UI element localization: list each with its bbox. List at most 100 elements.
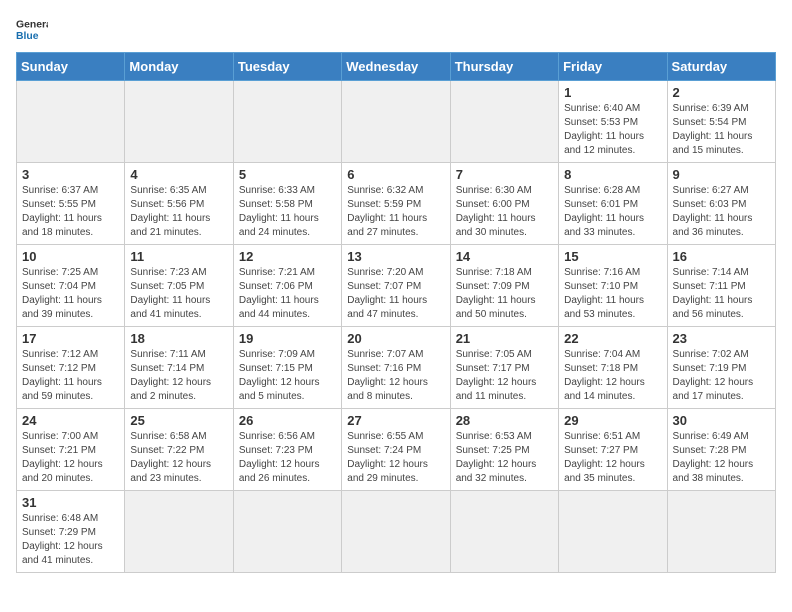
day-info: Sunrise: 6:48 AM Sunset: 7:29 PM Dayligh…: [22, 512, 119, 568]
day-info: Sunrise: 6:55 AM Sunset: 7:24 PM Dayligh…: [347, 430, 444, 486]
day-info: Sunrise: 7:02 AM Sunset: 7:19 PM Dayligh…: [673, 348, 770, 404]
day-number: 7: [456, 167, 553, 182]
calendar-cell: 13 Sunrise: 7:20 AM Sunset: 7:07 PM Dayli…: [342, 245, 450, 327]
calendar-cell: 25 Sunrise: 6:58 AM Sunset: 7:22 PM Dayli…: [125, 409, 233, 491]
day-number: 30: [673, 413, 770, 428]
calendar-cell: 16 Sunrise: 7:14 AM Sunset: 7:11 PM Dayli…: [667, 245, 775, 327]
day-number: 3: [22, 167, 119, 182]
svg-text:General: General: [16, 20, 48, 31]
day-info: Sunrise: 7:23 AM Sunset: 7:05 PM Dayligh…: [130, 266, 227, 322]
day-info: Sunrise: 6:27 AM Sunset: 6:03 PM Dayligh…: [673, 184, 770, 240]
calendar-cell: 15 Sunrise: 7:16 AM Sunset: 7:10 PM Dayli…: [559, 245, 667, 327]
day-number: 20: [347, 331, 444, 346]
day-number: 10: [22, 249, 119, 264]
day-info: Sunrise: 6:51 AM Sunset: 7:27 PM Dayligh…: [564, 430, 661, 486]
day-number: 25: [130, 413, 227, 428]
calendar-cell: 5 Sunrise: 6:33 AM Sunset: 5:58 PM Daylig…: [233, 163, 341, 245]
calendar-cell: 7 Sunrise: 6:30 AM Sunset: 6:00 PM Daylig…: [450, 163, 558, 245]
calendar-cell: 1Sunrise: 6:40 AM Sunset: 5:53 PM Daylig…: [559, 81, 667, 163]
day-number: 18: [130, 331, 227, 346]
day-info: Sunrise: 6:58 AM Sunset: 7:22 PM Dayligh…: [130, 430, 227, 486]
calendar-cell: [450, 491, 558, 573]
week-row-0: 1Sunrise: 6:40 AM Sunset: 5:53 PM Daylig…: [17, 81, 776, 163]
day-info: Sunrise: 7:20 AM Sunset: 7:07 PM Dayligh…: [347, 266, 444, 322]
calendar-cell: [125, 81, 233, 163]
calendar-cell: [125, 491, 233, 573]
page-header: General Blue: [16, 16, 776, 44]
calendar-cell: 8Sunrise: 6:28 AM Sunset: 6:01 PM Daylig…: [559, 163, 667, 245]
day-number: 13: [347, 249, 444, 264]
day-info: Sunrise: 6:39 AM Sunset: 5:54 PM Dayligh…: [673, 102, 770, 158]
day-number: 26: [239, 413, 336, 428]
day-number: 6: [347, 167, 444, 182]
day-info: Sunrise: 7:16 AM Sunset: 7:10 PM Dayligh…: [564, 266, 661, 322]
calendar-cell: 14Sunrise: 7:18 AM Sunset: 7:09 PM Dayli…: [450, 245, 558, 327]
day-info: Sunrise: 7:14 AM Sunset: 7:11 PM Dayligh…: [673, 266, 770, 322]
day-number: 24: [22, 413, 119, 428]
calendar-cell: 27 Sunrise: 6:55 AM Sunset: 7:24 PM Dayli…: [342, 409, 450, 491]
day-info: Sunrise: 6:32 AM Sunset: 5:59 PM Dayligh…: [347, 184, 444, 240]
day-number: 29: [564, 413, 661, 428]
calendar-header-row: SundayMondayTuesdayWednesdayThursdayFrid…: [17, 53, 776, 81]
day-number: 1: [564, 85, 661, 100]
day-info: Sunrise: 7:12 AM Sunset: 7:12 PM Dayligh…: [22, 348, 119, 404]
day-info: Sunrise: 7:18 AM Sunset: 7:09 PM Dayligh…: [456, 266, 553, 322]
calendar-cell: 28Sunrise: 6:53 AM Sunset: 7:25 PM Dayli…: [450, 409, 558, 491]
calendar-cell: 12 Sunrise: 7:21 AM Sunset: 7:06 PM Dayli…: [233, 245, 341, 327]
calendar-cell: [233, 81, 341, 163]
calendar-cell: 17Sunrise: 7:12 AM Sunset: 7:12 PM Dayli…: [17, 327, 125, 409]
logo-icon: General Blue: [16, 16, 48, 44]
day-info: Sunrise: 6:56 AM Sunset: 7:23 PM Dayligh…: [239, 430, 336, 486]
day-number: 16: [673, 249, 770, 264]
calendar-cell: 11Sunrise: 7:23 AM Sunset: 7:05 PM Dayli…: [125, 245, 233, 327]
calendar-cell: 10Sunrise: 7:25 AM Sunset: 7:04 PM Dayli…: [17, 245, 125, 327]
day-number: 28: [456, 413, 553, 428]
calendar-cell: 9Sunrise: 6:27 AM Sunset: 6:03 PM Daylig…: [667, 163, 775, 245]
day-info: Sunrise: 7:09 AM Sunset: 7:15 PM Dayligh…: [239, 348, 336, 404]
day-info: Sunrise: 6:33 AM Sunset: 5:58 PM Dayligh…: [239, 184, 336, 240]
calendar-cell: [450, 81, 558, 163]
calendar-cell: 22Sunrise: 7:04 AM Sunset: 7:18 PM Dayli…: [559, 327, 667, 409]
calendar-cell: 24 Sunrise: 7:00 AM Sunset: 7:21 PM Dayli…: [17, 409, 125, 491]
header-sunday: Sunday: [17, 53, 125, 81]
day-info: Sunrise: 7:00 AM Sunset: 7:21 PM Dayligh…: [22, 430, 119, 486]
calendar-cell: 20 Sunrise: 7:07 AM Sunset: 7:16 PM Dayli…: [342, 327, 450, 409]
week-row-3: 17Sunrise: 7:12 AM Sunset: 7:12 PM Dayli…: [17, 327, 776, 409]
header-saturday: Saturday: [667, 53, 775, 81]
week-row-5: 31Sunrise: 6:48 AM Sunset: 7:29 PM Dayli…: [17, 491, 776, 573]
day-info: Sunrise: 7:07 AM Sunset: 7:16 PM Dayligh…: [347, 348, 444, 404]
day-info: Sunrise: 7:05 AM Sunset: 7:17 PM Dayligh…: [456, 348, 553, 404]
logo: General Blue: [16, 16, 48, 44]
day-number: 21: [456, 331, 553, 346]
calendar-cell: 18 Sunrise: 7:11 AM Sunset: 7:14 PM Dayli…: [125, 327, 233, 409]
calendar-cell: 23Sunrise: 7:02 AM Sunset: 7:19 PM Dayli…: [667, 327, 775, 409]
day-number: 15: [564, 249, 661, 264]
day-number: 12: [239, 249, 336, 264]
calendar-cell: 4 Sunrise: 6:35 AM Sunset: 5:56 PM Daylig…: [125, 163, 233, 245]
day-info: Sunrise: 6:35 AM Sunset: 5:56 PM Dayligh…: [130, 184, 227, 240]
calendar-cell: [667, 491, 775, 573]
day-info: Sunrise: 7:21 AM Sunset: 7:06 PM Dayligh…: [239, 266, 336, 322]
day-number: 27: [347, 413, 444, 428]
calendar-cell: 2Sunrise: 6:39 AM Sunset: 5:54 PM Daylig…: [667, 81, 775, 163]
day-info: Sunrise: 6:28 AM Sunset: 6:01 PM Dayligh…: [564, 184, 661, 240]
calendar-cell: [559, 491, 667, 573]
day-number: 4: [130, 167, 227, 182]
calendar-cell: 26 Sunrise: 6:56 AM Sunset: 7:23 PM Dayli…: [233, 409, 341, 491]
day-number: 5: [239, 167, 336, 182]
calendar-cell: 3Sunrise: 6:37 AM Sunset: 5:55 PM Daylig…: [17, 163, 125, 245]
calendar-cell: 30 Sunrise: 6:49 AM Sunset: 7:28 PM Dayli…: [667, 409, 775, 491]
day-info: Sunrise: 6:49 AM Sunset: 7:28 PM Dayligh…: [673, 430, 770, 486]
header-thursday: Thursday: [450, 53, 558, 81]
calendar-cell: [233, 491, 341, 573]
day-info: Sunrise: 7:11 AM Sunset: 7:14 PM Dayligh…: [130, 348, 227, 404]
calendar-cell: 19Sunrise: 7:09 AM Sunset: 7:15 PM Dayli…: [233, 327, 341, 409]
day-info: Sunrise: 6:30 AM Sunset: 6:00 PM Dayligh…: [456, 184, 553, 240]
calendar-cell: [17, 81, 125, 163]
svg-text:Blue: Blue: [16, 31, 39, 42]
header-tuesday: Tuesday: [233, 53, 341, 81]
week-row-4: 24 Sunrise: 7:00 AM Sunset: 7:21 PM Dayli…: [17, 409, 776, 491]
calendar-cell: 21 Sunrise: 7:05 AM Sunset: 7:17 PM Dayli…: [450, 327, 558, 409]
calendar-table: SundayMondayTuesdayWednesdayThursdayFrid…: [16, 52, 776, 573]
day-info: Sunrise: 7:04 AM Sunset: 7:18 PM Dayligh…: [564, 348, 661, 404]
